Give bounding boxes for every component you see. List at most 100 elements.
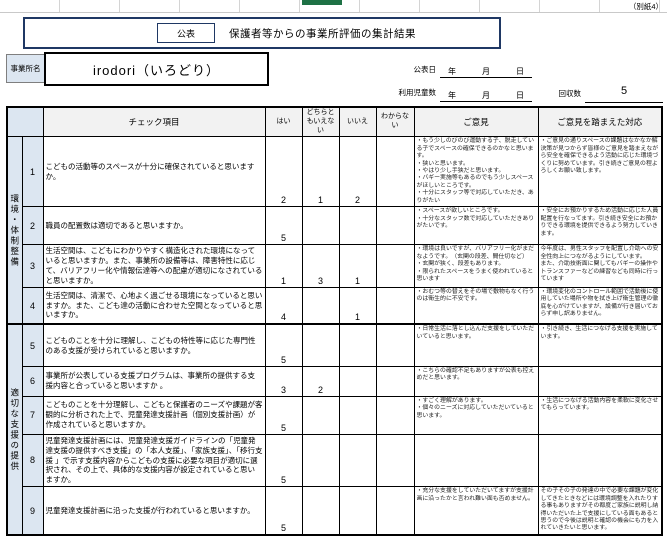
col-header-no: いいえ xyxy=(339,107,376,137)
count-no-cell[interactable]: 1 xyxy=(339,287,376,324)
response-cell[interactable]: ・環境変化のコントロール範囲で活動後に使用していた場所や物を拭き上げ衛生管理の徹… xyxy=(538,287,662,324)
opinion-cell[interactable]: ・こちらの確認不足もありますが公表も控えめだと思います。 xyxy=(414,366,538,396)
table-row: 3 生活空間は、こどもにわかりやすく構造化された環境になっていると思いますか。ま… xyxy=(7,245,662,288)
count-unknown-cell[interactable] xyxy=(376,207,414,245)
title-box: 公表 保護者等からの事業所評価の集計結果 xyxy=(23,17,501,49)
count-yes-cell[interactable]: 4 xyxy=(265,287,302,324)
count-no-cell[interactable]: 2 xyxy=(339,137,376,207)
question-cell: 児童発達支援計画には、児童発達支援ガイドラインの「児童発達支援の提供すべき支援」… xyxy=(43,434,265,486)
col-header-yes: はい xyxy=(265,107,302,137)
count-no-cell[interactable] xyxy=(339,324,376,366)
row-number: 3 xyxy=(22,245,43,288)
count-yes-cell[interactable]: 5 xyxy=(265,207,302,245)
day-label: 日 xyxy=(516,90,524,101)
table-row: 8 児童発達支援計画には、児童発達支援ガイドラインの「児童発達支援の提供すべき支… xyxy=(7,434,662,486)
response-cell[interactable]: ・ご意見の通りスペースの課題はなかなか解決策が見つからず皆様のご意見を踏まえなが… xyxy=(538,137,662,207)
row-number: 8 xyxy=(22,434,43,486)
count-no-cell[interactable] xyxy=(339,396,376,434)
question-cell: 職員の配置数は適切であると思いますか。 xyxy=(43,207,265,245)
count-unknown-cell[interactable] xyxy=(376,434,414,486)
table-header-row: チェック項目 はい どちらともいえない いいえ わからない ご意見 ご意見を踏ま… xyxy=(7,107,662,137)
response-cell[interactable]: 今年度は、男性スタッフを配置し介助への安全性向上につながるようにしています。 ま… xyxy=(538,245,662,288)
publish-date-field[interactable]: 年 月 日 xyxy=(440,63,532,78)
col-header-response: ご意見を踏まえた対応 xyxy=(538,107,662,137)
opinion-cell[interactable]: ・おむつ等の替えをその場で敷物もなく行うのは衛生的に不安です。 xyxy=(414,287,538,324)
count-neither-cell[interactable] xyxy=(302,287,339,324)
col-header-unknown: わからない xyxy=(376,107,414,137)
count-unknown-cell[interactable] xyxy=(376,287,414,324)
row-number: 5 xyxy=(22,324,43,366)
count-yes-cell[interactable]: 5 xyxy=(265,324,302,366)
row-number: 2 xyxy=(22,207,43,245)
page-title: 保護者等からの事業所評価の集計結果 xyxy=(229,26,416,41)
row-number: 7 xyxy=(22,396,43,434)
response-cell[interactable] xyxy=(538,366,662,396)
opinion-cell[interactable]: ・スペースが欲しいところです。 ・十分なスタッフ数で対応していただきありがたいで… xyxy=(414,207,538,245)
response-cell[interactable] xyxy=(538,434,662,486)
question-cell: 事業所が公表している支援プログラムは、事業所の提供する支援内容と合っていると思い… xyxy=(43,366,265,396)
count-neither-cell[interactable] xyxy=(302,207,339,245)
count-neither-cell[interactable] xyxy=(302,324,339,366)
year-label: 年 xyxy=(448,90,456,101)
count-unknown-cell[interactable] xyxy=(376,324,414,366)
count-neither-cell[interactable] xyxy=(302,396,339,434)
response-cell[interactable]: ・安全にお預かりするため活動に応じた人員配置を行なってます。引き続き安全にお預か… xyxy=(538,207,662,245)
question-cell: 生活空間は、清潔で、心地よく過ごせる環境になっていると思いますか。また、こども達… xyxy=(43,287,265,324)
count-no-cell[interactable] xyxy=(339,434,376,486)
count-neither-cell[interactable]: 2 xyxy=(302,366,339,396)
children-count-label: 利用児童数 xyxy=(388,87,436,98)
publish-date-label: 公表日 xyxy=(398,64,436,75)
count-yes-cell[interactable]: 5 xyxy=(265,396,302,434)
table-row: 7 こどものことを十分理解し、こどもと保護者のニーズや課題が客観的に分析された上… xyxy=(7,396,662,434)
count-no-cell[interactable]: 1 xyxy=(339,245,376,288)
count-unknown-cell[interactable] xyxy=(376,396,414,434)
opinion-cell[interactable]: ・環境は良いですが、バリアフリー化がまだなようです。（玄関の段差、間仕切など） … xyxy=(414,245,538,288)
question-cell: こどもの活動等のスペースが十分に確保されていると思いますか。 xyxy=(43,137,265,207)
office-name-value[interactable]: irodori（いろどり） xyxy=(44,52,269,86)
count-no-cell[interactable] xyxy=(339,487,376,535)
count-yes-cell[interactable]: 5 xyxy=(265,434,302,486)
count-yes-cell[interactable]: 1 xyxy=(265,245,302,288)
count-yes-cell[interactable]: 3 xyxy=(265,366,302,396)
group-label-environment: 環境・体制整備 xyxy=(7,137,22,325)
row-number: 1 xyxy=(22,137,43,207)
spreadsheet: （別紙4） 公表 保護者等からの事業所評価の集計結果 事業所名 irodori（… xyxy=(0,0,667,512)
count-unknown-cell[interactable] xyxy=(376,487,414,535)
office-name-label: 事業所名 xyxy=(6,54,45,83)
children-count-field[interactable]: 年 月 日 xyxy=(440,87,532,102)
row-number: 6 xyxy=(22,366,43,396)
count-no-cell[interactable] xyxy=(339,207,376,245)
row-number: 4 xyxy=(22,287,43,324)
response-cell[interactable]: ・生活につなげる活動内容を柔軟に変化させてもらっています。 xyxy=(538,396,662,434)
month-label: 月 xyxy=(482,66,490,77)
count-unknown-cell[interactable] xyxy=(376,366,414,396)
opinion-cell[interactable]: ・充分な支援をしていただいてますが支援計画に沿ったかと言われ難い面も否めません。 xyxy=(414,487,538,535)
response-cell[interactable]: ・引き続き、生活につなげる支援を実施しています。 xyxy=(538,324,662,366)
count-yes-cell[interactable]: 5 xyxy=(265,487,302,535)
collected-count-value[interactable]: 5 xyxy=(585,85,663,103)
count-neither-cell[interactable] xyxy=(302,487,339,535)
table-row: 6 事業所が公表している支援プログラムは、事業所の提供する支援内容と合っていると… xyxy=(7,366,662,396)
count-neither-cell[interactable]: 1 xyxy=(302,137,339,207)
response-cell[interactable]: その子その子の発達の中で必要な課題が変化してきたときなどには環境調整を入れたりす… xyxy=(538,487,662,535)
count-no-cell[interactable] xyxy=(339,366,376,396)
month-label: 月 xyxy=(482,90,490,101)
opinion-cell[interactable]: ・もう少しのびのび運動する子、脱走している子でスペースの確保できるのかなと思いま… xyxy=(414,137,538,207)
day-label: 日 xyxy=(516,66,524,77)
count-unknown-cell[interactable] xyxy=(376,245,414,288)
opinion-cell[interactable] xyxy=(414,434,538,486)
count-neither-cell[interactable] xyxy=(302,434,339,486)
count-neither-cell[interactable]: 3 xyxy=(302,245,339,288)
question-cell: 児童発達支援計画に沿った支援が行われていると思いますか。 xyxy=(43,487,265,535)
table-row: 適切な支援の提供 5 こどものことを十分に理解し、こどもの特性等に応じた専門性の… xyxy=(7,324,662,366)
count-yes-cell[interactable]: 2 xyxy=(265,137,302,207)
col-header-opinion: ご意見 xyxy=(414,107,538,137)
question-cell: 生活空間は、こどもにわかりやすく構造化された環境になっていると思いますか。また、… xyxy=(43,245,265,288)
count-unknown-cell[interactable] xyxy=(376,137,414,207)
opinion-cell[interactable]: ・すごく理解があります。 ・個々のニーズに対応していただいていると思います。 xyxy=(414,396,538,434)
table-row: 9 児童発達支援計画に沿った支援が行われていると思いますか。 5 ・充分な支援を… xyxy=(7,487,662,535)
table-row: 4 生活空間は、清潔で、心地よく過ごせる環境になっていると思いますか。また、こど… xyxy=(7,287,662,324)
opinion-cell[interactable]: ・日常生活に落とし込んだ支援をしていただいていると思います。 xyxy=(414,324,538,366)
col-header-neither: どちらともいえない xyxy=(302,107,339,137)
question-cell: こどものことを十分理解し、こどもと保護者のニーズや課題が客観的に分析された上で、… xyxy=(43,396,265,434)
